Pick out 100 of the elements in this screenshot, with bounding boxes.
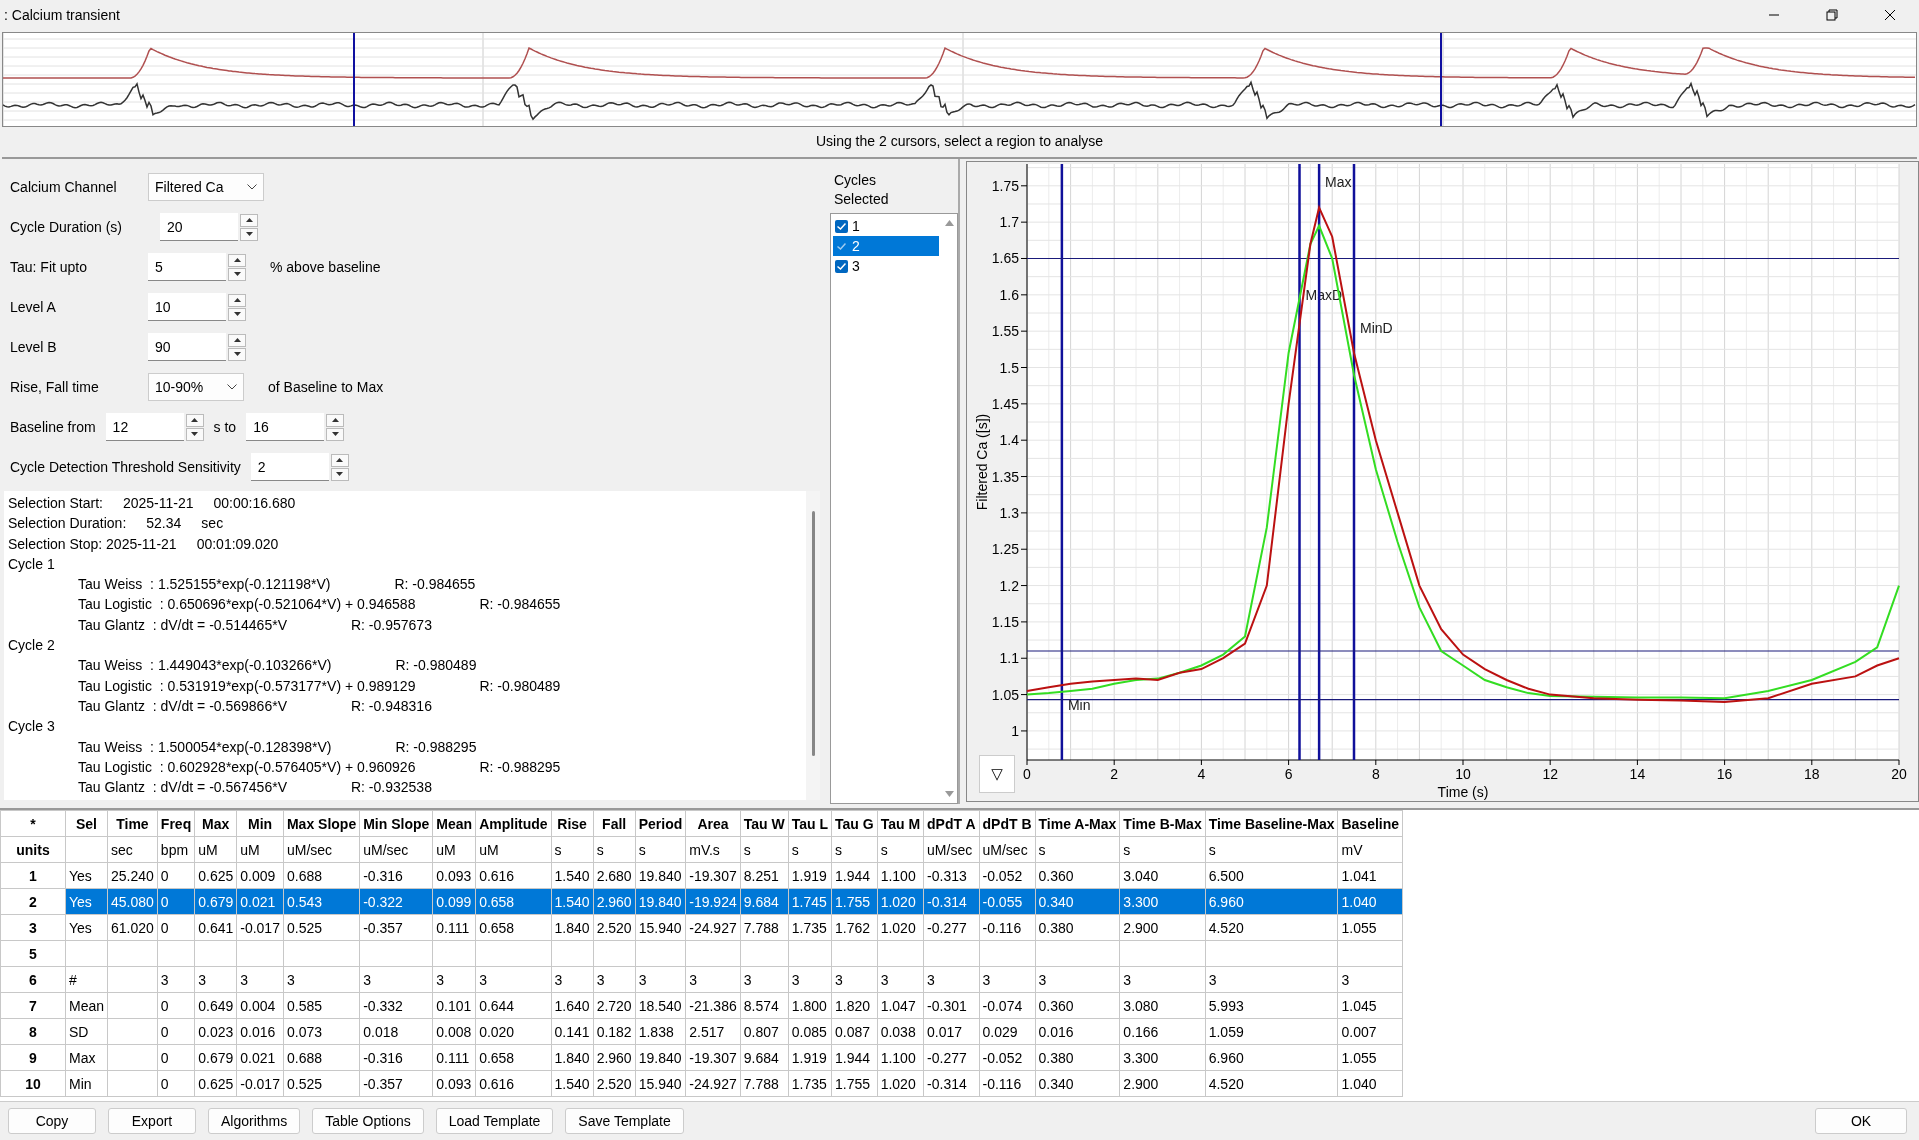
column-header[interactable]: Fall: [593, 810, 636, 837]
number-field[interactable]: 2: [250, 453, 329, 481]
action-button[interactable]: Table Options: [312, 1108, 424, 1134]
dropdown[interactable]: 10-90%: [148, 373, 244, 401]
result-text: sec: [201, 514, 224, 534]
column-header[interactable]: dPdT B: [979, 810, 1036, 837]
cycle-item[interactable]: 1: [833, 216, 939, 236]
scroll-down-icon[interactable]: [944, 791, 954, 797]
spin-up-button[interactable]: [228, 333, 246, 347]
row-header[interactable]: 3: [0, 914, 66, 941]
close-icon: [1884, 9, 1896, 21]
action-button[interactable]: Save Template: [565, 1108, 684, 1134]
table-cell: -0.017: [236, 914, 284, 941]
dropdown[interactable]: Filtered Ca: [148, 173, 264, 201]
table-cell: 0.016: [1035, 1018, 1120, 1045]
spin-up-button[interactable]: [228, 293, 246, 307]
column-header[interactable]: Time A-Max: [1035, 810, 1120, 837]
spin-up-button[interactable]: [185, 413, 204, 427]
number-field[interactable]: 10: [148, 293, 226, 321]
column-header[interactable]: Tau M: [877, 810, 924, 837]
column-header[interactable]: Sel: [65, 810, 108, 837]
spin-up-button[interactable]: [330, 453, 349, 467]
table-cell: 0.380: [1035, 914, 1120, 941]
row-header[interactable]: 10: [0, 1070, 66, 1097]
table-cell: 1.838: [635, 1018, 686, 1045]
spin-down-button[interactable]: [240, 227, 258, 241]
column-header[interactable]: Period: [635, 810, 686, 837]
number-field[interactable]: 90: [148, 333, 226, 361]
column-header[interactable]: Min Slope: [359, 810, 433, 837]
ok-button[interactable]: OK: [1815, 1108, 1907, 1134]
number-field[interactable]: 5: [148, 253, 226, 281]
action-button[interactable]: Copy: [8, 1108, 96, 1134]
column-header[interactable]: Baseline: [1337, 810, 1403, 837]
column-header[interactable]: Time Baseline-Max: [1205, 810, 1338, 837]
spin-up-button[interactable]: [326, 413, 345, 427]
spin-up-button[interactable]: [228, 253, 246, 267]
corner-header[interactable]: *: [0, 810, 66, 837]
unit-cell: s: [1119, 836, 1206, 863]
cycle-item[interactable]: 2: [833, 236, 939, 256]
column-header[interactable]: Time B-Max: [1119, 810, 1206, 837]
table-cell: -0.301: [923, 992, 980, 1019]
number-field[interactable]: 16: [246, 413, 325, 441]
table-cell: -0.052: [979, 1044, 1036, 1071]
spin-down-button[interactable]: [326, 427, 345, 441]
result-text: Selection Start:: [8, 494, 103, 513]
row-header[interactable]: 6: [0, 966, 66, 993]
column-header[interactable]: Tau L: [788, 810, 832, 837]
table-cell: 0: [157, 1018, 195, 1045]
number-field[interactable]: 12: [105, 413, 184, 441]
column-header[interactable]: Area: [685, 810, 741, 837]
row-header[interactable]: 5: [0, 940, 66, 967]
column-header[interactable]: Rise: [551, 810, 594, 837]
spin-down-button[interactable]: [228, 267, 246, 281]
collapse-button[interactable]: ▽: [979, 755, 1015, 793]
table-cell: 0.380: [1035, 1044, 1120, 1071]
action-button[interactable]: Load Template: [435, 1108, 554, 1134]
row-header[interactable]: 1: [0, 862, 66, 889]
scroll-up-icon[interactable]: [944, 220, 954, 226]
column-header[interactable]: Time: [107, 810, 158, 837]
spin-down-button[interactable]: [228, 347, 246, 361]
checkbox[interactable]: [835, 259, 848, 273]
table-cell: 0.009: [236, 862, 284, 889]
table-cell: 3: [475, 966, 552, 993]
column-header[interactable]: Amplitude: [475, 810, 552, 837]
cursor-line[interactable]: [1352, 164, 1356, 760]
tick-label: 1.7: [999, 214, 1019, 231]
cycle-item[interactable]: 3: [833, 256, 939, 276]
up-arrow-icon: [233, 338, 241, 342]
row-header[interactable]: 7: [0, 992, 66, 1019]
table-cell: 0: [157, 914, 195, 941]
spin-down-button[interactable]: [228, 307, 246, 321]
cursor-line[interactable]: [1060, 164, 1064, 760]
row-header[interactable]: 9: [0, 1044, 66, 1071]
spin-down-button[interactable]: [185, 427, 204, 441]
spin-down-button[interactable]: [330, 467, 349, 481]
axis-title: Time (s): [1437, 784, 1489, 800]
number-field[interactable]: 20: [160, 213, 238, 241]
column-header[interactable]: dPdT A: [923, 810, 980, 837]
tick-label: 6: [1284, 766, 1293, 782]
column-header[interactable]: Tau G: [831, 810, 878, 837]
row-header[interactable]: units: [0, 836, 66, 863]
row-header[interactable]: 8: [0, 1018, 66, 1045]
action-button[interactable]: Export: [108, 1108, 196, 1134]
column-header[interactable]: Min: [236, 810, 284, 837]
column-header[interactable]: Max Slope: [283, 810, 360, 837]
column-header[interactable]: Mean: [432, 810, 476, 837]
table-cell: #: [65, 966, 108, 993]
table-cell: 0.008: [432, 1018, 476, 1045]
row-header[interactable]: 2: [0, 888, 66, 915]
action-button[interactable]: Algorithms: [208, 1108, 301, 1134]
spin-up-button[interactable]: [240, 213, 258, 227]
table-cell: 18.540: [635, 992, 686, 1019]
scrollbar-thumb[interactable]: [811, 511, 815, 756]
column-header[interactable]: Max: [194, 810, 237, 837]
column-header[interactable]: Freq: [157, 810, 195, 837]
checkbox[interactable]: [835, 219, 848, 233]
table-cell: 0.029: [979, 1018, 1036, 1045]
result-text: R: -0.988295: [395, 737, 477, 757]
table-cell: 3: [685, 966, 741, 993]
column-header[interactable]: Tau W: [740, 810, 789, 837]
